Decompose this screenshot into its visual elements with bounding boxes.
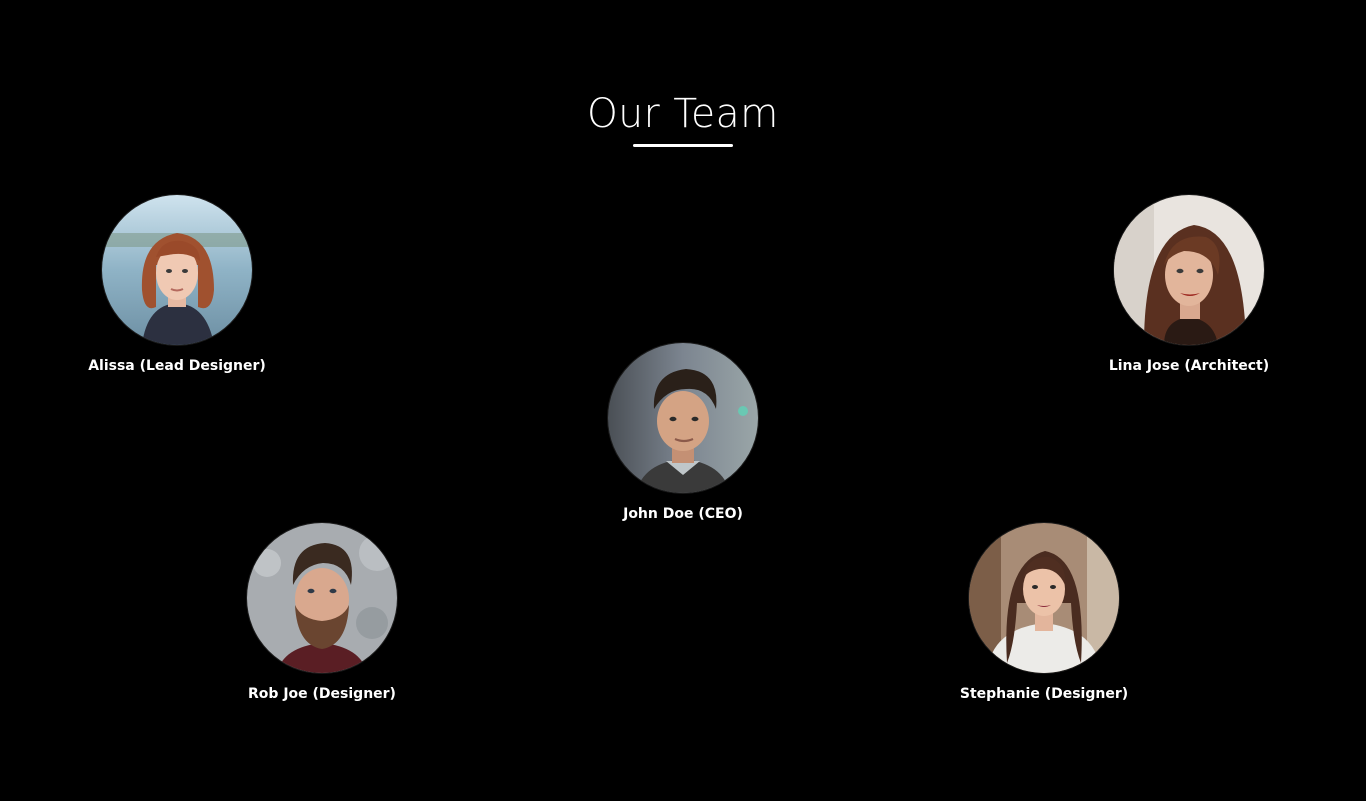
member-name: Alissa (Lead Designer) [88, 358, 266, 374]
person-portrait-icon [1114, 195, 1264, 345]
team-member-john: John Doe (CEO) [563, 343, 803, 523]
person-portrait-icon [247, 523, 397, 673]
team-member-stephanie: Stephanie (Designer) [924, 523, 1164, 703]
team-member-lina: Lina Jose (Architect) [1069, 195, 1309, 375]
avatar [247, 523, 397, 673]
member-name: John Doe (CEO) [623, 506, 743, 522]
member-name: Lina Jose (Architect) [1108, 358, 1270, 374]
team-member-rob: Rob Joe (Designer) [202, 523, 442, 703]
avatar [1114, 195, 1264, 345]
title-underline [633, 144, 733, 147]
avatar [102, 195, 252, 345]
person-portrait-icon [102, 195, 252, 345]
member-name: Rob Joe (Designer) [248, 686, 396, 702]
avatar [969, 523, 1119, 673]
title-block: Our Team [0, 88, 1366, 147]
avatar [608, 343, 758, 493]
team-member-alissa: Alissa (Lead Designer) [57, 195, 297, 375]
person-portrait-icon [969, 523, 1119, 673]
page-title: Our Team [587, 91, 779, 137]
person-portrait-icon [608, 343, 758, 493]
team-section: Our Team Alissa (Lead Designer) Lina Jos… [0, 0, 1366, 801]
member-name: Stephanie (Designer) [959, 686, 1129, 702]
